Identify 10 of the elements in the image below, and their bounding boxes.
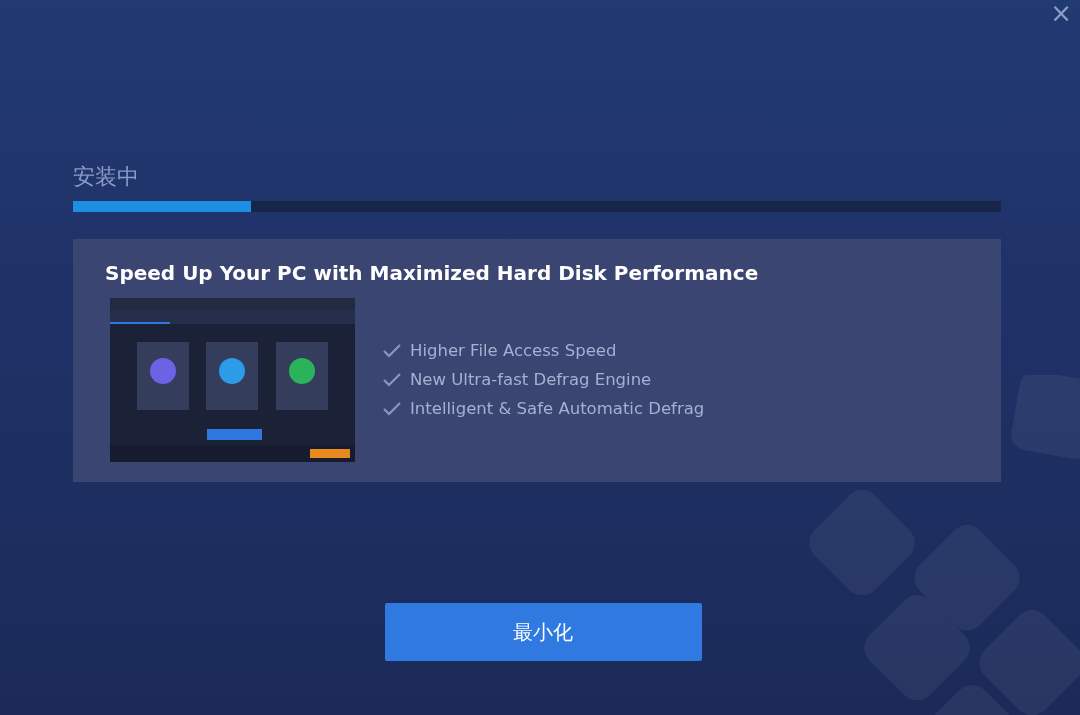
check-icon <box>383 373 401 387</box>
check-icon <box>383 402 401 416</box>
install-status: 安装中 <box>73 163 139 191</box>
feature-text: Intelligent & Safe Automatic Defrag <box>410 398 705 420</box>
close-button[interactable]: × <box>1046 0 1076 26</box>
check-icon <box>383 344 401 358</box>
minimize-button[interactable]: 最小化 <box>384 603 702 661</box>
feature-text: Higher File Access Speed <box>410 340 617 362</box>
feature-text: New Ultra-fast Defrag Engine <box>410 369 652 391</box>
promo-title: Speed Up Your PC with Maximized Hard Disk Performance <box>105 260 759 286</box>
